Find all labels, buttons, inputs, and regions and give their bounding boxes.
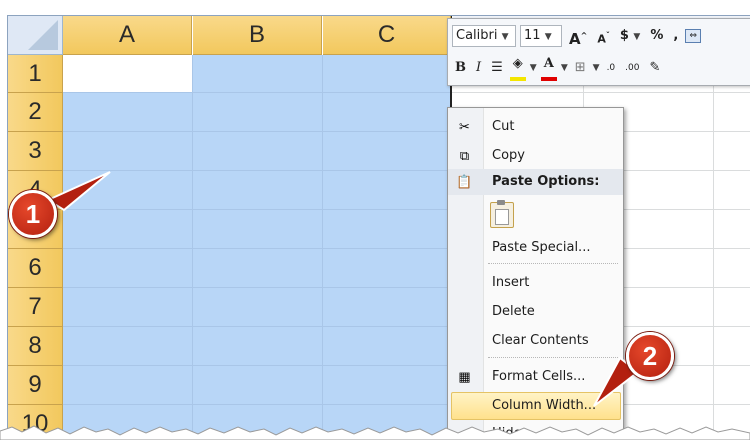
menu-item-label: Copy xyxy=(492,148,525,163)
menu-item-label: Delete xyxy=(492,304,535,319)
column-header-c[interactable]: C xyxy=(323,16,451,55)
row-header-6[interactable]: 6 xyxy=(8,249,63,288)
gridline xyxy=(63,170,450,171)
row-header-7[interactable]: 7 xyxy=(8,288,63,327)
active-cell-a1[interactable] xyxy=(63,55,192,92)
excel-screenshot: A B C 1 2 3 4 5 6 7 8 9 10 Calibri ▼ 11 … xyxy=(0,0,750,440)
gridline xyxy=(63,326,450,327)
paste-button-icon[interactable] xyxy=(490,200,514,228)
decrease-decimal-button[interactable]: .00 xyxy=(622,57,642,79)
chevron-down-icon[interactable]: ▼ xyxy=(593,63,600,73)
chevron-down-icon: ▼ xyxy=(544,32,552,42)
font-size-box[interactable]: 11 ▼ xyxy=(520,25,562,47)
window-border xyxy=(7,15,8,440)
gridline xyxy=(63,404,450,405)
menu-item-label: Column Width... xyxy=(492,398,597,413)
chevron-down-icon[interactable]: ▼ xyxy=(530,63,537,73)
currency-button[interactable]: $ ▼ xyxy=(617,25,644,47)
menu-item-label: Clear Contents xyxy=(492,333,589,348)
menu-separator xyxy=(488,263,618,264)
fill-color-icon[interactable]: ◈ xyxy=(509,55,526,81)
menu-item-cut[interactable]: ✂ Cut xyxy=(448,114,623,140)
format-cells-icon: ▦ xyxy=(458,369,471,384)
menu-item-label: Paste Options: xyxy=(492,174,600,189)
menu-item-label: Format Cells... xyxy=(492,369,586,384)
chevron-down-icon: ▼ xyxy=(633,32,641,42)
gridline xyxy=(63,131,450,132)
shrink-font-button[interactable]: Aˇ xyxy=(594,25,613,47)
format-painter-icon[interactable]: ✎ xyxy=(646,57,663,79)
column-header-b[interactable]: B xyxy=(193,16,322,55)
italic-button[interactable]: I xyxy=(473,57,484,79)
grow-font-label: A xyxy=(569,30,581,48)
chevron-down-icon[interactable]: ▼ xyxy=(561,63,568,73)
select-all-corner[interactable] xyxy=(8,16,63,55)
callout-1: 1 xyxy=(9,190,57,238)
gridline xyxy=(63,209,450,210)
borders-icon[interactable]: ⊞ xyxy=(572,57,589,79)
gridline xyxy=(63,365,450,366)
chevron-down-icon: ▼ xyxy=(501,32,509,42)
column-header-a[interactable]: A xyxy=(63,16,192,55)
menu-item-paste-special[interactable]: Paste Special... xyxy=(448,235,623,261)
gridline xyxy=(63,287,450,288)
font-name-value: Calibri xyxy=(456,28,498,43)
row-header-2[interactable]: 2 xyxy=(8,93,63,132)
scissors-icon: ✂ xyxy=(459,119,470,134)
font-size-value: 11 xyxy=(524,28,541,43)
grow-font-button[interactable]: A^ xyxy=(566,25,590,48)
font-name-box[interactable]: Calibri ▼ xyxy=(452,25,516,47)
bold-button[interactable]: B xyxy=(452,57,469,79)
menu-item-delete[interactable]: Delete xyxy=(448,299,623,325)
paste-icon: 📋 xyxy=(456,174,473,189)
row-header-1[interactable]: 1 xyxy=(8,55,63,93)
mini-toolbar: Calibri ▼ 11 ▼ A^ Aˇ $ ▼ % , ⇔ B I ☰ ◈ ▼… xyxy=(447,18,750,86)
merge-center-icon[interactable]: ⇔ xyxy=(685,29,702,43)
shrink-font-label: A xyxy=(597,32,606,46)
percent-button[interactable]: % xyxy=(647,25,666,47)
window-border xyxy=(8,15,750,16)
callout-2: 2 xyxy=(626,332,674,380)
menu-item-label: Insert xyxy=(492,275,530,290)
copy-icon: ⧉ xyxy=(459,148,470,163)
menu-item-label: Paste Special... xyxy=(492,240,591,255)
comma-button[interactable]: , xyxy=(670,25,681,47)
gridline xyxy=(63,92,450,93)
gridline xyxy=(63,248,450,249)
font-color-button[interactable]: A xyxy=(540,55,557,81)
menu-item-label: Cut xyxy=(492,119,515,134)
center-align-icon[interactable]: ☰ xyxy=(488,57,506,79)
row-header-9[interactable]: 9 xyxy=(8,366,63,405)
menu-item-copy[interactable]: ⧉ Copy xyxy=(448,143,623,169)
row-header-3[interactable]: 3 xyxy=(8,132,63,171)
row-header-8[interactable]: 8 xyxy=(8,327,63,366)
menu-item-paste-options: 📋 Paste Options: xyxy=(448,169,623,195)
gridline xyxy=(450,92,750,93)
menu-item-insert[interactable]: Insert xyxy=(448,270,623,296)
currency-label: $ xyxy=(619,28,629,43)
increase-decimal-button[interactable]: .0 xyxy=(604,57,619,79)
torn-edge xyxy=(0,425,750,440)
